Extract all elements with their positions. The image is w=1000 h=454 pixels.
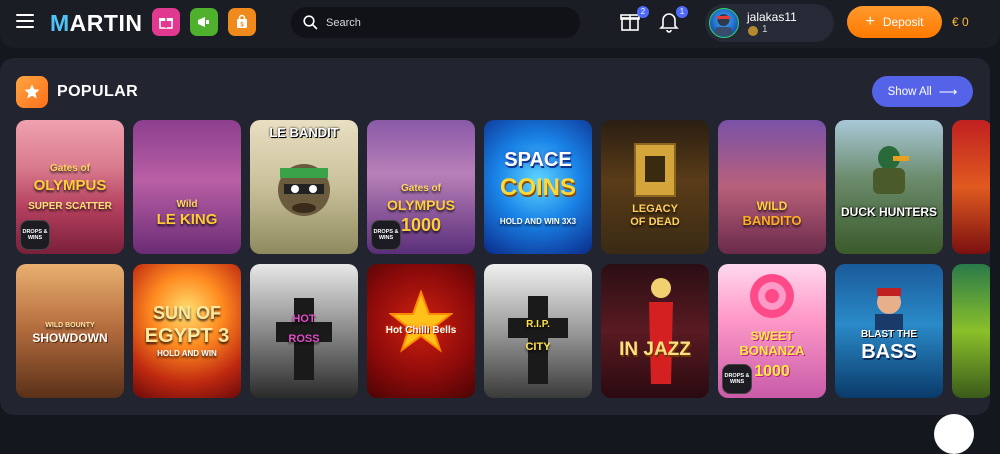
game-title-line1: BLAST THE: [860, 329, 918, 340]
logo-m-glyph: M: [50, 10, 70, 36]
plus-icon: +: [865, 13, 875, 30]
drops-wins-badge: DROPS & WINS: [722, 364, 752, 394]
game-title-line1: Wild: [176, 199, 198, 210]
balance: € 0: [952, 15, 969, 29]
game-title-line1: SPACE: [504, 149, 572, 171]
drops-wins-badge: DROPS & WINS: [20, 220, 50, 250]
avatar: [709, 8, 739, 38]
game-tile-duck-hunters[interactable]: DUCK HUNTERS: [835, 120, 943, 254]
user-profile-pill[interactable]: jalakas11 1: [705, 4, 834, 42]
popular-games-section: POPULAR Show All ⟶ Gates of OLYMPUS SUPE…: [0, 58, 990, 415]
game-subtitle: HOLD AND WIN: [157, 349, 217, 358]
game-title-line1: HOT: [292, 313, 316, 325]
game-tile-rip-city[interactable]: R.I.P. CITY: [484, 264, 592, 398]
game-subtitle: SUPER SCATTER: [28, 201, 112, 212]
game-tile-le-king[interactable]: Wild LE KING: [133, 120, 241, 254]
game-title-line2: OLYMPUS: [33, 177, 107, 194]
megaphone-icon[interactable]: [190, 8, 218, 36]
popular-star-icon: [16, 76, 48, 108]
game-title-line2: BASS: [861, 341, 917, 363]
notification-bell-icon[interactable]: 1: [657, 6, 688, 35]
level-crown-icon: [748, 26, 758, 36]
game-title-line1: DUCK HUNTERS: [841, 205, 937, 219]
scroll-top-button[interactable]: [934, 414, 974, 454]
game-title-line1: LEGACY: [632, 203, 678, 215]
game-subtitle: HOLD AND WIN 3X3: [499, 217, 577, 226]
game-title-line2: COINS: [499, 174, 576, 201]
deposit-label: Deposit: [882, 15, 924, 29]
section-title: POPULAR: [57, 83, 139, 100]
gift-icon[interactable]: [152, 8, 180, 36]
game-title-line1: WILD: [756, 199, 788, 213]
game-title-line2: OF DEAD: [630, 216, 680, 228]
game-tile-space-coins[interactable]: SPACE COINS HOLD AND WIN 3X3: [484, 120, 592, 254]
rewards-badge: 2: [637, 6, 649, 18]
game-title-line1: SUN OF: [152, 303, 221, 323]
game-title-line2: BANDITO: [742, 213, 802, 228]
game-title-line2: EGYPT 3: [144, 325, 230, 347]
game-title-line2: ROSS: [288, 333, 320, 345]
game-title-line1: WILD BOUNTY: [45, 322, 95, 329]
drops-wins-badge: DROPS & WINS: [371, 220, 401, 250]
game-title-line1: IN JAZZ: [619, 339, 691, 360]
search-input[interactable]: [324, 15, 558, 30]
game-title-line2: BONANZA: [739, 343, 805, 358]
deposit-button[interactable]: + Deposit: [847, 6, 942, 38]
top-bar: MARTIN $ 2 1 jalakas11 1 + Deposit € 0: [0, 0, 1000, 48]
username: jalakas11: [747, 10, 797, 24]
game-title-line2: CITY: [525, 341, 551, 353]
game-title-line1: Hot Chilli Bells: [385, 325, 457, 336]
logo[interactable]: MARTIN: [50, 10, 142, 36]
search-bar[interactable]: [291, 7, 580, 38]
game-title-line1: Gates of: [400, 183, 441, 194]
game-title-line1: Gates of: [49, 163, 90, 174]
game-title-line1: R.I.P.: [526, 319, 550, 330]
game-title-line1: SWEET: [750, 329, 794, 343]
rewards-box-icon[interactable]: 2: [618, 6, 649, 35]
user-level: 1: [762, 24, 768, 35]
notification-badge: 1: [676, 6, 688, 18]
game-title-line2: OLYMPUS: [387, 197, 455, 213]
show-all-button[interactable]: Show All ⟶: [872, 76, 973, 107]
game-tile-le-bandit[interactable]: LE BANDIT: [250, 120, 358, 254]
search-icon: [303, 15, 318, 30]
game-tile-blast-the-bass[interactable]: BLAST THE BASS: [835, 264, 943, 398]
game-tile-wild-bounty-showdown[interactable]: WILD BOUNTY SHOWDOWN: [16, 264, 124, 398]
game-tile-wild-bandito[interactable]: WILD BANDITO: [718, 120, 826, 254]
game-tile-partial-right[interactable]: [952, 264, 990, 398]
game-title-line2: SHOWDOWN: [32, 331, 108, 345]
game-tile-hot-chilli-bells[interactable]: Hot Chilli Bells: [367, 264, 475, 398]
shop-bag-icon[interactable]: $: [228, 8, 256, 36]
game-tile-hot-ross[interactable]: HOT ROSS: [250, 264, 358, 398]
show-all-label: Show All: [887, 85, 932, 98]
game-tile-in-jazz[interactable]: IN JAZZ: [601, 264, 709, 398]
game-tile-gates-of-olympus-1000[interactable]: Gates of OLYMPUS 1000 DROPS & WINS: [367, 120, 475, 254]
game-tile-gates-of-olympus-super-scatter[interactable]: Gates of OLYMPUS SUPER SCATTER DROPS & W…: [16, 120, 124, 254]
arrow-right-icon: ⟶: [938, 83, 958, 99]
game-tile-legacy-of-dead[interactable]: LEGACY OF DEAD: [601, 120, 709, 254]
logo-text: ARTIN: [69, 10, 143, 36]
game-tile-partial-right[interactable]: [952, 120, 990, 254]
game-title-line2: LE KING: [156, 211, 218, 228]
game-title-line1: LE BANDIT: [269, 125, 339, 140]
menu-icon[interactable]: [16, 14, 34, 30]
game-tile-sweet-bonanza-1000[interactable]: SWEET BONANZA 1000 DROPS & WINS: [718, 264, 826, 398]
game-tile-sun-of-egypt-3[interactable]: SUN OF EGYPT 3 HOLD AND WIN: [133, 264, 241, 398]
